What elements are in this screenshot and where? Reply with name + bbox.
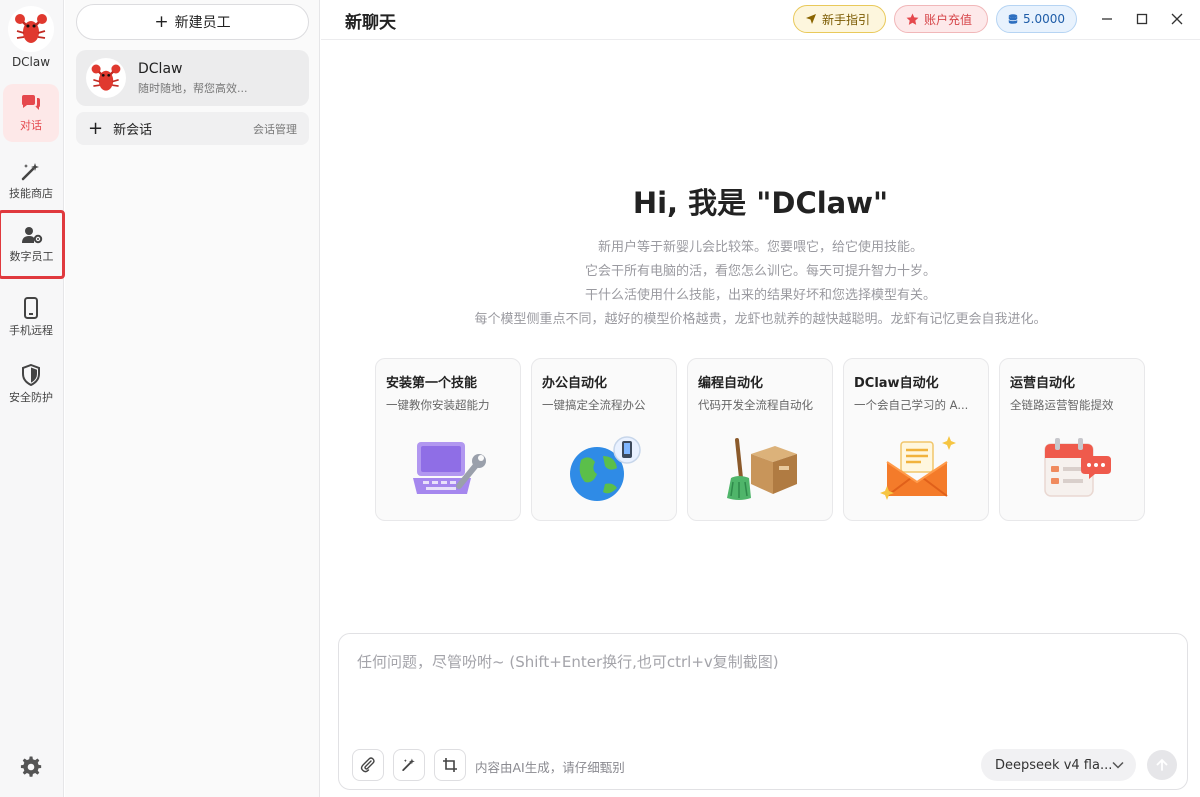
user-gear-icon bbox=[21, 227, 42, 244]
new-employee-label: 新建员工 bbox=[174, 15, 231, 31]
laptop-wrench-icon bbox=[413, 442, 486, 494]
balance-value: 5.0000 bbox=[1023, 12, 1065, 26]
rail-item-security[interactable]: 安全防护 bbox=[3, 355, 59, 413]
agent-description: 随时随地，帮您高效... bbox=[138, 81, 248, 95]
brand-name: DClaw bbox=[11, 55, 51, 69]
box-broom-icon bbox=[727, 438, 797, 500]
top-bar: 新聊天 新手指引 账户充值 5.0000 bbox=[321, 0, 1200, 40]
card-operations-automation[interactable]: 运营自动化 全链路运营智能提效 bbox=[999, 358, 1145, 521]
model-select[interactable]: Deepseek v4 fla... bbox=[981, 749, 1136, 781]
card-title: DClaw自动化 bbox=[854, 376, 939, 391]
close-icon bbox=[1171, 13, 1183, 25]
page-title: 新聊天 bbox=[345, 13, 396, 33]
chevron-down-icon bbox=[1112, 761, 1124, 769]
message-input[interactable] bbox=[340, 635, 1186, 739]
card-description: 一个会自己学习的 A... bbox=[854, 398, 969, 412]
minimize-button[interactable] bbox=[1097, 9, 1117, 29]
card-description: 代码开发全流程自动化 bbox=[698, 398, 813, 412]
send-button[interactable] bbox=[1147, 750, 1177, 780]
chat-bubbles-icon bbox=[22, 94, 40, 110]
crop-icon bbox=[443, 758, 457, 772]
rail-item-label: 技能商店 bbox=[9, 186, 53, 200]
card-coding-automation[interactable]: 编程自动化 代码开发全流程自动化 bbox=[687, 358, 833, 521]
close-button[interactable] bbox=[1167, 9, 1187, 29]
hero-description: 新用户等于新婴儿会比较笨。您要喂它，给它使用技能。 它会干所有电脑的活，看您怎么… bbox=[321, 236, 1200, 332]
settings-button[interactable] bbox=[19, 755, 43, 779]
rail-item-label: 安全防护 bbox=[9, 390, 53, 404]
maximize-button[interactable] bbox=[1132, 9, 1152, 29]
attach-button[interactable] bbox=[352, 749, 384, 781]
rail-item-mobile-remote[interactable]: 手机远程 bbox=[3, 288, 59, 346]
hero-title: Hi, 我是 "DClaw" bbox=[632, 186, 889, 220]
agent-card[interactable]: DClaw 随时随地，帮您高效... bbox=[76, 50, 309, 106]
new-chat-label: 新会话 bbox=[113, 123, 153, 138]
model-select-value: Deepseek v4 fla... bbox=[995, 757, 1112, 773]
magic-wand-icon bbox=[21, 162, 39, 180]
rail-item-label: 手机远程 bbox=[9, 323, 53, 337]
card-title: 编程自动化 bbox=[698, 376, 764, 391]
rail-item-chat[interactable]: 对话 bbox=[3, 84, 59, 142]
hero-line: 干什么活使用什么技能，出来的结果好坏和您选择模型有关。 bbox=[584, 288, 936, 303]
navigation-arrow-icon bbox=[806, 14, 816, 24]
mail-sparkle-icon bbox=[880, 436, 956, 500]
lobster-avatar-icon bbox=[86, 58, 126, 98]
agent-name: DClaw bbox=[138, 60, 183, 77]
session-manage-link[interactable]: 会话管理 bbox=[253, 121, 297, 137]
card-description: 一键搞定全流程办公 bbox=[542, 398, 646, 412]
ai-disclaimer: 内容由AI生成，请仔细甄别 bbox=[475, 760, 625, 775]
calendar-chat-icon bbox=[1044, 438, 1111, 497]
beginner-guide-button[interactable]: 新手指引 bbox=[793, 5, 886, 33]
card-dclaw-automation[interactable]: DClaw自动化 一个会自己学习的 A... bbox=[843, 358, 989, 521]
rail-item-digital-employee[interactable]: 数字员工 bbox=[0, 210, 65, 279]
hero-line: 新用户等于新婴儿会比较笨。您要喂它，给它使用技能。 bbox=[597, 240, 923, 255]
arrow-up-icon bbox=[1156, 758, 1168, 771]
gear-icon bbox=[20, 756, 42, 777]
balance-badge[interactable]: 5.0000 bbox=[996, 5, 1077, 33]
skill-button[interactable] bbox=[393, 749, 425, 781]
coin-stack-icon bbox=[1008, 14, 1018, 24]
card-title: 安装第一个技能 bbox=[386, 376, 478, 391]
star-icon bbox=[906, 13, 919, 25]
left-rail: DClaw 对话 技能商店 数字员工 手机远程 安全防护 bbox=[0, 0, 65, 797]
new-employee-button[interactable]: + 新建员工 bbox=[76, 4, 309, 40]
quick-start-cards: 安装第一个技能 一键教你安装超能力 办公自动化 一键搞定全流程办公 编程自动化 … bbox=[375, 358, 1146, 521]
guide-label: 新手指引 bbox=[822, 12, 871, 27]
recharge-label: 账户充值 bbox=[924, 12, 973, 27]
maximize-icon bbox=[1136, 13, 1148, 25]
card-title: 运营自动化 bbox=[1010, 376, 1076, 391]
shield-icon bbox=[22, 363, 40, 386]
rail-item-label: 对话 bbox=[20, 118, 42, 132]
hero-line: 每个模型侧重点不同，越好的模型价格越贵，龙虾也就养的越快越聪明。龙虾有记忆更会自… bbox=[474, 312, 1047, 327]
screenshot-crop-button[interactable] bbox=[434, 749, 466, 781]
card-install-skill[interactable]: 安装第一个技能 一键教你安装超能力 bbox=[375, 358, 521, 521]
plus-icon: + bbox=[88, 117, 104, 139]
agent-info: DClaw 随时随地，帮您高效... bbox=[138, 61, 248, 96]
card-description: 一键教你安装超能力 bbox=[386, 398, 490, 412]
message-composer: 内容由AI生成，请仔细甄别 Deepseek v4 fla... bbox=[338, 633, 1188, 790]
recharge-button[interactable]: 账户充值 bbox=[894, 5, 988, 33]
hero-line: 它会干所有电脑的活，看您怎么训它。每天可提升智力十岁。 bbox=[584, 264, 936, 279]
phone-icon bbox=[24, 296, 38, 319]
paperclip-icon bbox=[360, 757, 375, 773]
lobster-logo-icon bbox=[8, 6, 54, 52]
rail-item-label: 数字员工 bbox=[9, 250, 54, 263]
globe-phone-icon bbox=[570, 436, 641, 501]
conversation-panel: + 新建员工 DClaw 随时随地，帮您高效... + 新会话 会话管理 bbox=[65, 0, 320, 797]
new-chat-button[interactable]: + 新会话 会话管理 bbox=[76, 112, 309, 145]
magic-wand-icon bbox=[402, 758, 415, 771]
plus-icon: + bbox=[154, 11, 169, 32]
minimize-icon bbox=[1102, 18, 1112, 20]
card-description: 全链路运营智能提效 bbox=[1010, 398, 1114, 412]
main-area: 新聊天 新手指引 账户充值 5.0000 Hi, 我是 "DClaw" 新用户等… bbox=[321, 0, 1200, 797]
rail-item-skill-store[interactable]: 技能商店 bbox=[3, 152, 59, 210]
card-title: 办公自动化 bbox=[542, 376, 608, 391]
card-office-automation[interactable]: 办公自动化 一键搞定全流程办公 bbox=[531, 358, 677, 521]
